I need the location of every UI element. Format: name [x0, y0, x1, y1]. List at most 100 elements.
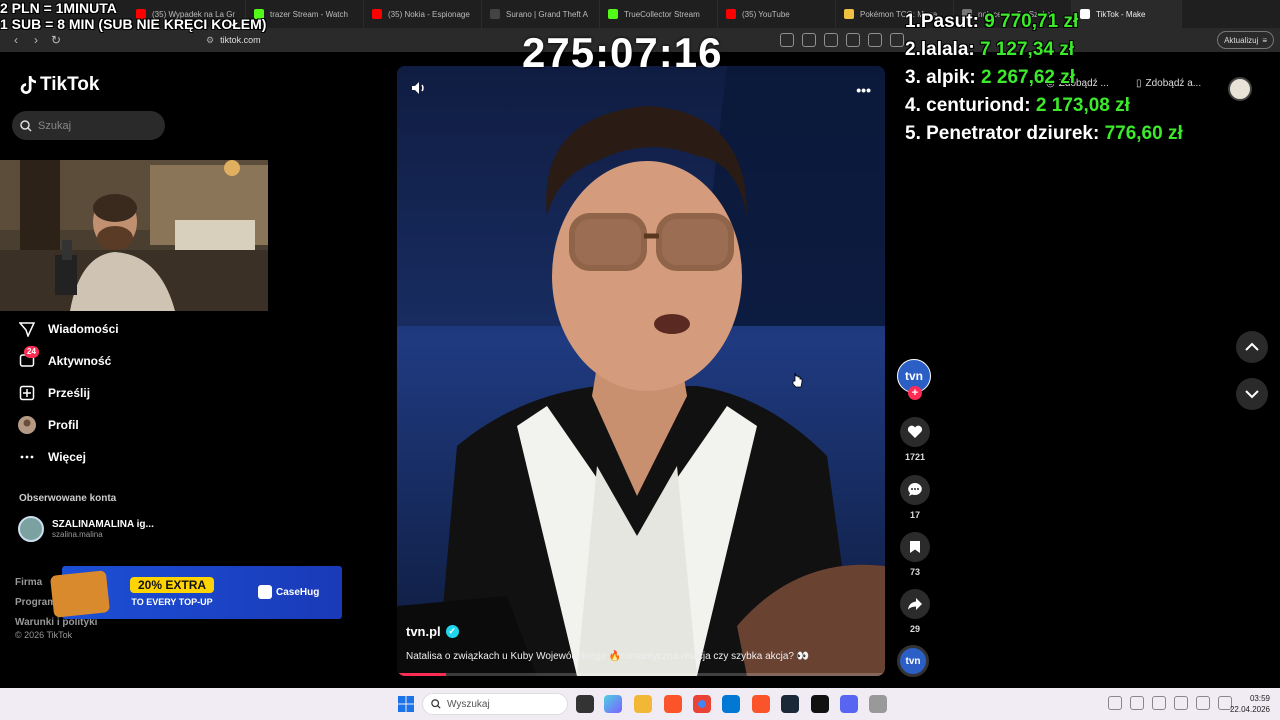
tiktok-note-icon [20, 76, 36, 94]
previous-video-button[interactable] [1236, 331, 1268, 363]
share-icon[interactable] [868, 33, 882, 47]
copilot-icon[interactable] [604, 695, 622, 713]
calculator-icon[interactable] [869, 695, 887, 713]
tiktok-logo[interactable]: TikTok [18, 74, 99, 96]
leaderboard-row: 2.lalala: 7 127,34 zł [905, 36, 1183, 64]
casehug-ad-banner[interactable]: 20% EXTRA TO EVERY TOP-UP CaseHug [49, 566, 342, 619]
windows-start-icon[interactable] [398, 696, 414, 712]
mute-site-icon[interactable] [780, 33, 794, 47]
author-name: tvn.pl [406, 624, 441, 639]
file-explorer-icon[interactable] [634, 695, 652, 713]
video-progress-bar[interactable] [397, 673, 885, 676]
sidebar-item-3[interactable]: Profil [18, 409, 119, 441]
bookmark-star-icon[interactable] [890, 33, 904, 47]
reload-icon[interactable]: ↻ [46, 30, 66, 50]
leaderboard-name: 4. centuriond: [905, 95, 1031, 116]
upload-icon [18, 384, 36, 402]
search-icon [20, 119, 32, 132]
tab-label: Surano | Grand Theft A [506, 9, 588, 19]
leaderboard-name: 3. alpik: [905, 67, 976, 88]
follow-plus-icon[interactable]: + [908, 386, 922, 400]
taskbar-search-placeholder: Wyszukaj [447, 698, 490, 710]
followed-avatar [18, 516, 44, 542]
zoom-icon[interactable] [846, 33, 860, 47]
more-options-icon[interactable]: ••• [856, 82, 871, 98]
update-label: Aktualizuj [1224, 35, 1259, 45]
volume-icon[interactable] [411, 81, 427, 100]
save-action[interactable]: 73 [900, 532, 930, 577]
tab-favicon-icon [726, 9, 736, 19]
subathon-timer: 275:07:16 [522, 29, 723, 76]
sidebar-item-label: Aktywność [48, 354, 112, 368]
inbox-icon: 24 [18, 346, 39, 370]
copyright: © 2026 TikTok [15, 630, 73, 640]
followed-name: SZALINAMALINA ig... [52, 519, 154, 530]
browser-tab[interactable]: TrueCollector Stream [600, 0, 718, 28]
sidebar-item-4[interactable]: Więcej [18, 441, 119, 473]
chrome-icon[interactable] [693, 695, 711, 713]
mic-icon[interactable] [1174, 696, 1188, 710]
video-author[interactable]: tvn.pl ✓ [406, 624, 459, 639]
more-icon [18, 448, 36, 466]
share-count: 29 [909, 624, 920, 634]
video-player[interactable]: ••• tvn.pl ✓ Natalisa o związkach u Kuby… [397, 66, 885, 676]
store-icon[interactable] [722, 695, 740, 713]
forward-icon[interactable]: › [26, 30, 46, 50]
verified-icon: ✓ [445, 625, 459, 638]
ad-headline: 20% EXTRA [130, 577, 215, 593]
sidebar-item-label: Wiadomości [48, 322, 119, 336]
back-icon[interactable]: ‹ [6, 30, 26, 50]
translate-icon[interactable] [802, 33, 816, 47]
tab-favicon-icon [372, 9, 382, 19]
sidebar-item-2[interactable]: Prześlij [18, 377, 119, 409]
taskbar-clock[interactable]: 03:59 22.04.2026 [1230, 693, 1270, 715]
profile-avatar[interactable] [1228, 77, 1252, 101]
donation-leaderboard: 1.Pasut: 9 770,71 zł 2.lalala: 7 127,34 z… [905, 8, 1183, 148]
like-action[interactable]: 1721 [900, 417, 930, 462]
leaderboard-amount: 2 267,62 zł [981, 67, 1076, 88]
donation-rule-line: 2 PLN = 1MINUTA [0, 0, 117, 16]
task-view-icon[interactable] [576, 695, 594, 713]
browser-tab[interactable]: Surano | Grand Theft A [482, 0, 600, 28]
heart-icon [900, 417, 930, 447]
creator-avatar[interactable]: tvn + [897, 359, 931, 400]
brave-icon[interactable] [664, 695, 682, 713]
sidebar-item-0[interactable]: Wiadomości [18, 313, 119, 345]
browser-tab[interactable]: (35) Nokia - Espionage [364, 0, 482, 28]
comment-count: 17 [909, 510, 920, 520]
site-info-icon[interactable]: ⚙ [206, 35, 214, 46]
donation-rule-line: 1 SUB = 8 MIN (SUB NIE KRĘCI KOŁEM) [0, 16, 267, 32]
leaderboard-amount: 7 127,34 zł [980, 39, 1075, 60]
video-description: Natalisa o związkach u Kuby Wojewódzkieg… [406, 651, 810, 662]
send-icon [18, 320, 36, 338]
tray-chevron-icon[interactable] [1108, 696, 1122, 710]
music-disc-avatar[interactable]: tvn [897, 645, 929, 677]
browser-tab[interactable]: (35) YouTube [718, 0, 836, 28]
leaderboard-row: 3. alpik: 2 267,62 zł [905, 64, 1183, 92]
ad-brand-text: CaseHug [276, 586, 320, 598]
next-video-button[interactable] [1236, 378, 1268, 410]
taskbar-search[interactable]: Wyszukaj [422, 693, 568, 715]
share-action[interactable]: 29 [900, 589, 930, 634]
sidebar-item-1[interactable]: 24 Aktywność [18, 345, 119, 377]
notification-badge: 24 [24, 346, 39, 358]
steam-icon[interactable] [781, 695, 799, 713]
comment-action[interactable]: 17 [900, 475, 930, 520]
tray-app-icon[interactable] [1130, 696, 1144, 710]
leaderboard-row: 4. centuriond: 2 173,08 zł [905, 92, 1183, 120]
cloud-icon[interactable] [1152, 696, 1166, 710]
followed-account-item[interactable]: SZALINAMALINA ig... szalina.malina [18, 516, 154, 542]
system-tray [1108, 696, 1232, 710]
discord-icon[interactable] [840, 695, 858, 713]
update-button[interactable]: Aktualizuj ≡ [1217, 31, 1274, 49]
chevron-up-icon [1245, 342, 1259, 351]
search-input[interactable]: Szukaj [12, 111, 165, 140]
avatar [18, 416, 36, 434]
streamer-webcam [0, 160, 268, 311]
cast-icon[interactable] [824, 33, 838, 47]
brave-beta-icon[interactable] [752, 695, 770, 713]
share-arrow-icon [900, 589, 930, 619]
obs-icon[interactable] [811, 695, 829, 713]
network-icon[interactable] [1196, 696, 1210, 710]
leaderboard-amount: 9 770,71 zł [984, 11, 1079, 32]
